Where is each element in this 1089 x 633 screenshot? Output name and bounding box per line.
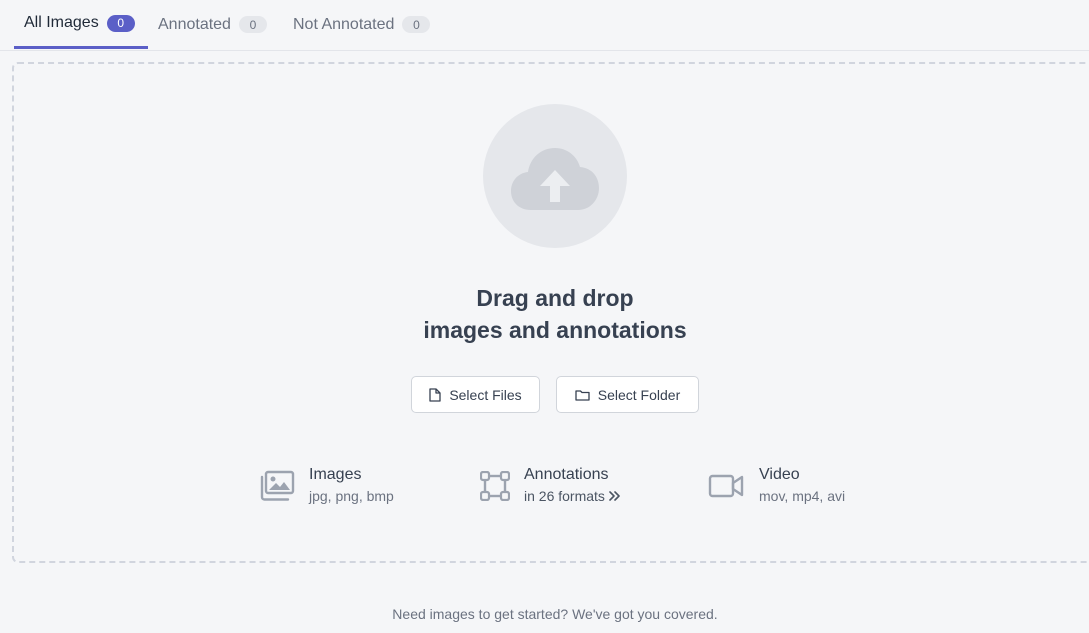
formats-link[interactable]: in 26 formats bbox=[524, 485, 620, 507]
feature-subtitle: in 26 formats bbox=[524, 488, 605, 504]
select-files-label: Select Files bbox=[449, 386, 522, 403]
drop-headline: Drag and drop images and annotations bbox=[355, 282, 755, 346]
feature-subtitle: mov, mp4, avi bbox=[759, 488, 846, 504]
select-files-button[interactable]: Select Files bbox=[411, 376, 540, 413]
tab-label: Not Annotated bbox=[293, 15, 395, 33]
feature-subtitle: jpg, png, bmp bbox=[309, 488, 394, 504]
video-camera-icon bbox=[708, 474, 744, 498]
file-icon bbox=[429, 387, 441, 402]
count-badge: 0 bbox=[238, 16, 267, 33]
bounding-box-icon bbox=[480, 471, 510, 501]
feature-title: Images bbox=[309, 466, 362, 483]
select-folder-label: Select Folder bbox=[597, 386, 681, 403]
count-badge: 0 bbox=[402, 16, 431, 33]
tab-bar: All Images 0 Annotated 0 Not Annotated 0 bbox=[0, 0, 1089, 51]
tab-label: All Images bbox=[24, 14, 99, 31]
images-icon bbox=[260, 470, 295, 501]
double-chevron-right-icon bbox=[609, 491, 620, 501]
feature-images: Images jpg, png, bmp bbox=[259, 465, 394, 507]
tab-not-annotated[interactable]: Not Annotated 0 bbox=[293, 0, 431, 49]
feature-title: Video bbox=[759, 466, 800, 483]
feature-video: Video mov, mp4, avi bbox=[708, 465, 845, 507]
headline-line-1: Drag and drop bbox=[476, 285, 634, 311]
cloud-upload-icon bbox=[511, 148, 599, 210]
select-folder-button[interactable]: Select Folder bbox=[556, 376, 699, 413]
folder-icon bbox=[575, 389, 590, 401]
footer-text: Need images to get started? We've got yo… bbox=[392, 606, 718, 622]
tab-all-images[interactable]: All Images 0 bbox=[14, 0, 148, 49]
feature-title: Annotations bbox=[524, 466, 609, 483]
tab-label: Annotated bbox=[158, 15, 231, 33]
tab-annotated[interactable]: Annotated 0 bbox=[158, 0, 267, 49]
count-badge: 0 bbox=[106, 14, 135, 32]
feature-annotations: Annotations in 26 formats bbox=[480, 465, 620, 507]
upload-illustration bbox=[483, 104, 627, 248]
headline-line-2: images and annotations bbox=[423, 317, 687, 343]
